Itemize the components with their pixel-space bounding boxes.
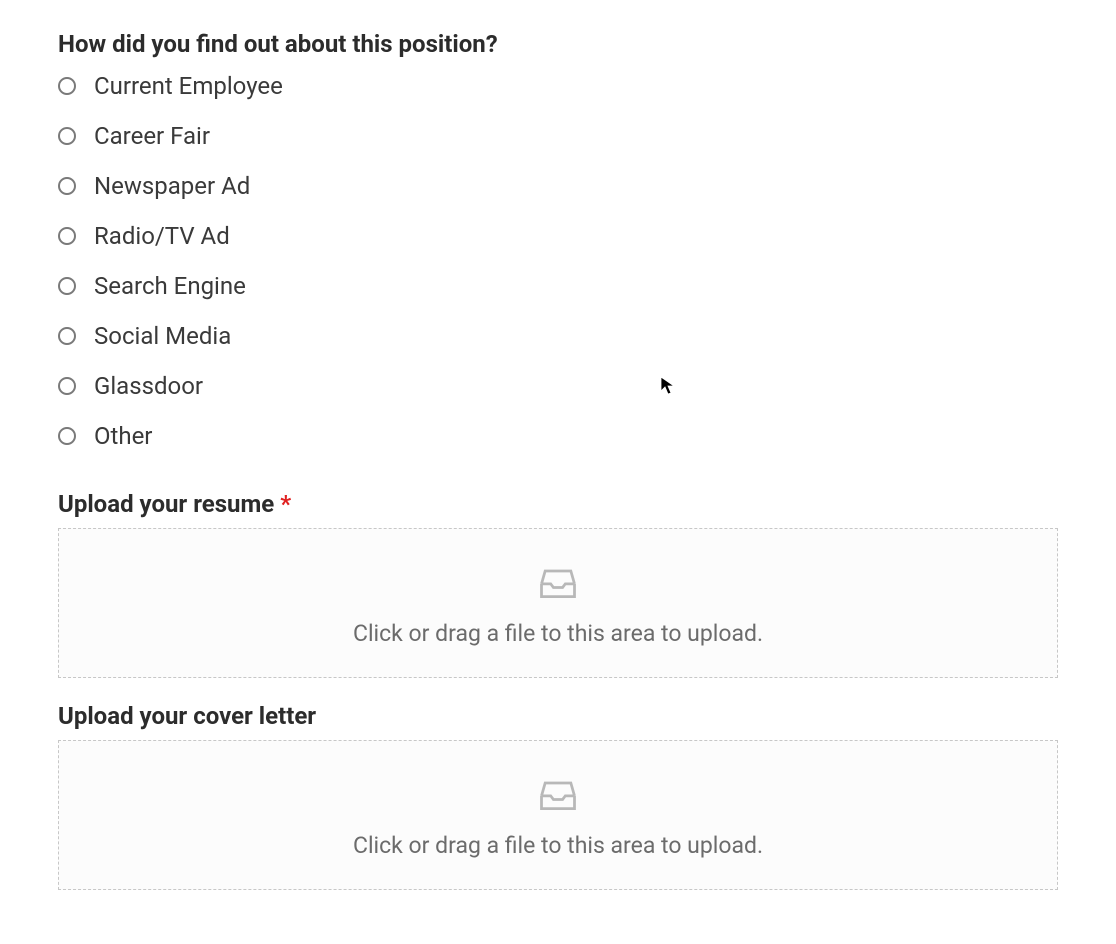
radio-label: Career Fair (94, 122, 210, 150)
upload-cover-letter-hint: Click or drag a file to this area to upl… (353, 832, 763, 859)
radio-option-glassdoor[interactable]: Glassdoor (58, 372, 1058, 400)
radio-label: Glassdoor (94, 372, 203, 400)
radio-group: Current Employee Career Fair Newspaper A… (58, 72, 1058, 450)
upload-resume-area[interactable]: Click or drag a file to this area to upl… (58, 528, 1058, 678)
radio-option-social-media[interactable]: Social Media (58, 322, 1058, 350)
radio-option-radio-tv-ad[interactable]: Radio/TV Ad (58, 222, 1058, 250)
required-asterisk: * (280, 490, 291, 518)
radio-option-career-fair[interactable]: Career Fair (58, 122, 1058, 150)
radio-label: Radio/TV Ad (94, 222, 230, 250)
upload-cover-letter-section: Upload your cover letter Click or drag a… (58, 702, 1058, 890)
upload-resume-hint: Click or drag a file to this area to upl… (353, 620, 763, 647)
upload-resume-label: Upload your resume * (58, 490, 1058, 518)
radio-circle-icon (58, 227, 76, 245)
radio-option-other[interactable]: Other (58, 422, 1058, 450)
form-container: How did you find out about this position… (58, 30, 1058, 890)
radio-label: Current Employee (94, 72, 283, 100)
radio-option-newspaper-ad[interactable]: Newspaper Ad (58, 172, 1058, 200)
radio-circle-icon (58, 277, 76, 295)
upload-resume-label-text: Upload your resume (58, 490, 280, 518)
radio-label: Newspaper Ad (94, 172, 250, 200)
radio-circle-icon (58, 127, 76, 145)
radio-label: Social Media (94, 322, 231, 350)
radio-option-search-engine[interactable]: Search Engine (58, 272, 1058, 300)
upload-cover-letter-label: Upload your cover letter (58, 702, 1058, 730)
radio-option-current-employee[interactable]: Current Employee (58, 72, 1058, 100)
radio-circle-icon (58, 427, 76, 445)
radio-circle-icon (58, 77, 76, 95)
upload-resume-section: Upload your resume * Click or drag a fil… (58, 490, 1058, 678)
radio-label: Other (94, 422, 152, 450)
radio-circle-icon (58, 327, 76, 345)
question-label: How did you find out about this position… (58, 30, 1058, 58)
inbox-icon (536, 560, 580, 604)
radio-label: Search Engine (94, 272, 246, 300)
inbox-icon (536, 772, 580, 816)
radio-circle-icon (58, 177, 76, 195)
upload-cover-letter-area[interactable]: Click or drag a file to this area to upl… (58, 740, 1058, 890)
radio-circle-icon (58, 377, 76, 395)
